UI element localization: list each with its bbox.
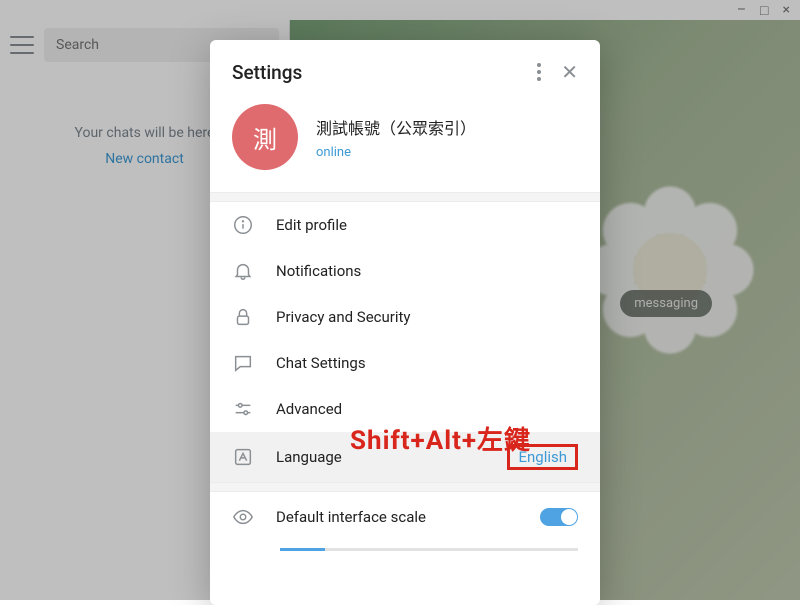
eye-icon bbox=[232, 506, 254, 528]
close-icon[interactable]: ✕ bbox=[561, 60, 578, 84]
menu-item-label: Notifications bbox=[276, 262, 361, 280]
menu-item-label: Language bbox=[276, 448, 342, 466]
settings-modal: Settings ✕ 測 測試帳號（公眾索引） online Edit prof… bbox=[210, 40, 600, 605]
scale-toggle[interactable] bbox=[540, 508, 578, 526]
menu-item-label: Advanced bbox=[276, 400, 342, 418]
menu-item-notifications[interactable]: Notifications bbox=[210, 248, 600, 294]
section-separator bbox=[210, 482, 600, 492]
profile-section[interactable]: 測 測試帳號（公眾索引） online bbox=[210, 98, 600, 192]
interface-scale-row: Default interface scale bbox=[210, 492, 600, 534]
menu-item-label: Privacy and Security bbox=[276, 308, 411, 326]
language-icon bbox=[232, 446, 254, 468]
online-status: online bbox=[316, 145, 476, 160]
menu-item-edit-profile[interactable]: Edit profile bbox=[210, 202, 600, 248]
chat-icon bbox=[232, 352, 254, 374]
info-icon bbox=[232, 214, 254, 236]
menu-item-label: Chat Settings bbox=[276, 354, 366, 372]
avatar: 測 bbox=[232, 104, 298, 170]
sliders-icon bbox=[232, 398, 254, 420]
lock-icon bbox=[232, 306, 254, 328]
settings-title: Settings bbox=[232, 61, 302, 84]
section-separator bbox=[210, 192, 600, 202]
menu-item-language[interactable]: Language English bbox=[210, 432, 600, 482]
menu-item-privacy[interactable]: Privacy and Security bbox=[210, 294, 600, 340]
settings-menu: Edit profile Notifications Privacy and S… bbox=[210, 202, 600, 482]
kebab-menu-icon[interactable] bbox=[537, 63, 541, 81]
scale-label: Default interface scale bbox=[276, 508, 426, 526]
display-name: 測試帳號（公眾索引） bbox=[316, 115, 476, 139]
menu-item-advanced[interactable]: Advanced bbox=[210, 386, 600, 432]
menu-item-label: Edit profile bbox=[276, 216, 347, 234]
bell-icon bbox=[232, 260, 254, 282]
menu-item-chat-settings[interactable]: Chat Settings bbox=[210, 340, 600, 386]
language-value: English bbox=[507, 444, 578, 470]
scale-slider[interactable] bbox=[280, 548, 578, 551]
